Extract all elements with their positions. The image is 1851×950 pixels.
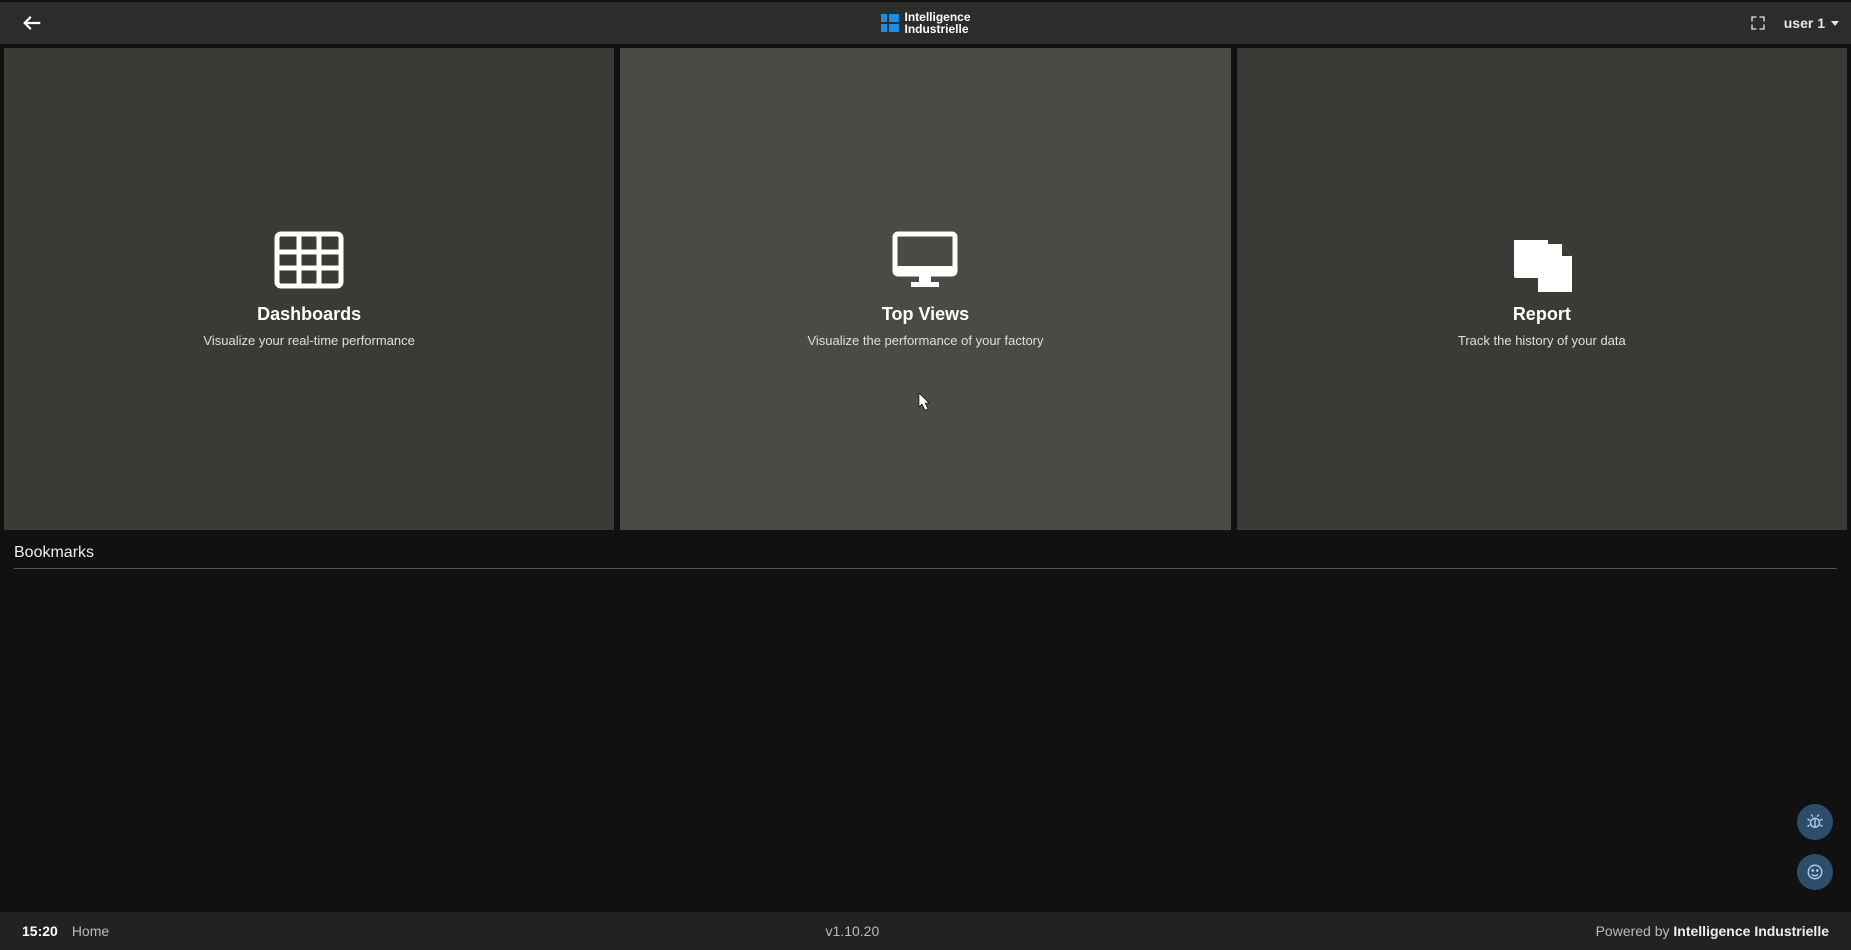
user-menu[interactable]: user 1 (1784, 15, 1839, 31)
tile-desc: Visualize the performance of your factor… (807, 333, 1043, 348)
logo-mark-icon (880, 14, 898, 32)
brand-text: Intelligence Industrielle (904, 11, 970, 35)
brand-line2: Industrielle (904, 23, 970, 35)
bookmarks-heading: Bookmarks (14, 544, 1837, 569)
fullscreen-button[interactable] (1750, 15, 1766, 31)
clock: 15:20 (22, 923, 58, 939)
fullscreen-icon (1750, 15, 1766, 31)
powered-prefix: Powered by (1596, 923, 1674, 939)
breadcrumb-home[interactable]: Home (72, 923, 109, 939)
bug-report-button[interactable] (1797, 804, 1833, 840)
brand-logo[interactable]: Intelligence Industrielle (880, 11, 970, 35)
arrow-left-icon (21, 12, 43, 34)
fab-stack (1797, 804, 1833, 890)
tile-desc: Track the history of your data (1458, 333, 1626, 348)
tile-report[interactable]: Report Track the history of your data (1237, 48, 1847, 530)
version-label: v1.10.20 (826, 923, 880, 939)
tile-top-views[interactable]: Top Views Visualize the performance of y… (620, 48, 1230, 530)
user-label: user 1 (1784, 15, 1825, 31)
smiley-icon (1806, 863, 1824, 881)
cursor-icon (917, 393, 933, 416)
monitor-icon (889, 230, 961, 290)
bug-icon (1806, 813, 1824, 831)
tile-grid: Dashboards Visualize your real-time perf… (0, 44, 1851, 534)
tile-title: Dashboards (257, 304, 361, 325)
feedback-button[interactable] (1797, 854, 1833, 890)
tile-desc: Visualize your real-time performance (203, 333, 414, 348)
tile-dashboards[interactable]: Dashboards Visualize your real-time perf… (4, 48, 614, 530)
tile-title: Top Views (882, 304, 969, 325)
tile-title: Report (1513, 304, 1571, 325)
powered-brand: Intelligence Industrielle (1673, 923, 1829, 939)
bookmarks-section: Bookmarks (0, 534, 1851, 912)
caret-down-icon (1831, 21, 1839, 26)
topbar: Intelligence Industrielle user 1 (0, 2, 1851, 44)
grid-icon (273, 230, 345, 290)
powered-by: Powered by Intelligence Industrielle (1596, 923, 1829, 939)
bottombar: 15:20 Home v1.10.20 Powered by Intellige… (0, 912, 1851, 950)
back-button[interactable] (12, 3, 52, 43)
document-icon (1506, 230, 1578, 290)
